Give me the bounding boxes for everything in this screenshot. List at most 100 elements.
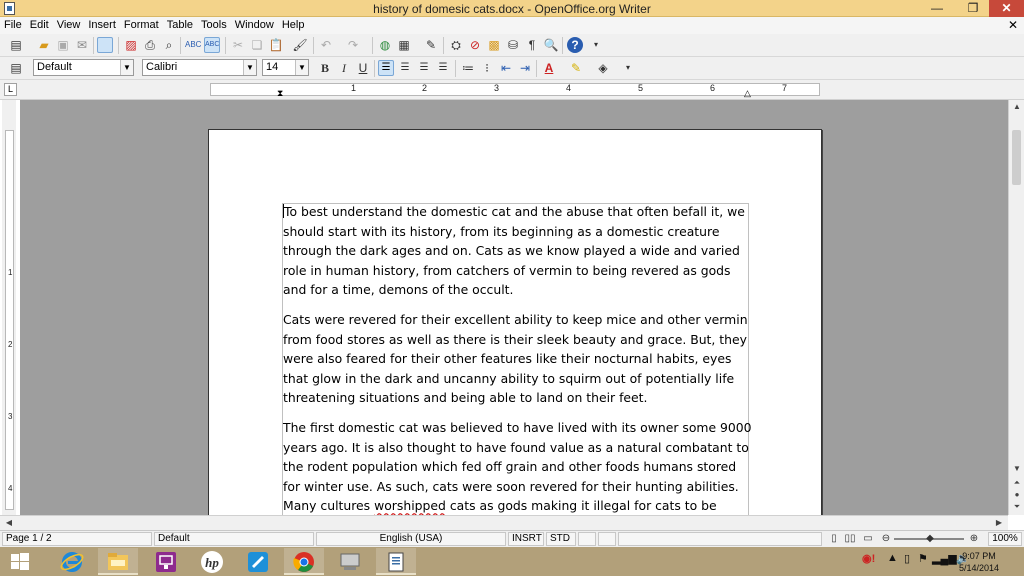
scroll-down-icon[interactable]: ▼ [1011, 464, 1023, 474]
document-page[interactable]: To best understand the domestic cat and … [208, 129, 822, 515]
page-style-indicator[interactable]: Default [154, 532, 314, 546]
scroll-up-icon[interactable]: ▲ [1011, 102, 1023, 112]
maximize-button[interactable]: ❐ [960, 0, 986, 17]
selection-mode-indicator[interactable]: STD [546, 532, 576, 546]
horizontal-scrollbar[interactable]: ◀ ▶ [0, 515, 1008, 530]
language-indicator[interactable]: English (USA) [316, 532, 506, 546]
next-page-icon[interactable]: ⏷ [1011, 502, 1023, 512]
font-name-select[interactable]: Calibri ▼ [142, 59, 257, 76]
help-icon[interactable]: ? [567, 37, 583, 53]
paragraph[interactable]: To best understand the domestic cat and … [283, 202, 753, 300]
scroll-right-icon[interactable]: ▶ [993, 517, 1005, 529]
show-hidden-icons-icon[interactable]: ▲ [887, 552, 898, 564]
horizontal-ruler[interactable]: 1 2 3 4 5 6 7 ⧗ △ [210, 83, 820, 99]
hyperlink-icon[interactable]: ◍ [377, 37, 393, 53]
bold-button[interactable]: B [317, 60, 333, 76]
file-explorer-icon[interactable] [98, 548, 138, 575]
copy-icon[interactable]: ❏ [249, 37, 265, 53]
menu-file[interactable]: File [0, 17, 26, 31]
data-sources-icon[interactable]: ⛁ [505, 37, 521, 53]
page-indicator[interactable]: Page 1 / 2 [2, 532, 152, 546]
document-body[interactable]: To best understand the domestic cat and … [283, 202, 753, 515]
multi-page-view-icon[interactable]: ▯▯ [842, 531, 858, 547]
email-icon[interactable]: ✉ [74, 37, 90, 53]
scroll-left-icon[interactable]: ◀ [3, 517, 15, 529]
zoom-out-icon[interactable]: ⊖ [878, 531, 894, 547]
single-page-view-icon[interactable]: ▯ [826, 531, 842, 547]
close-button[interactable]: ✕ [989, 0, 1024, 17]
align-center-icon[interactable]: ☰ [397, 60, 413, 76]
export-pdf-icon[interactable]: ▨ [123, 37, 139, 53]
numbering-icon[interactable]: ≔ [460, 60, 476, 76]
misspelled-word[interactable]: worshipped [374, 498, 446, 513]
paragraph[interactable]: The first domestic cat was believed to h… [283, 418, 753, 515]
italic-button[interactable]: I [336, 60, 352, 76]
edit-file-icon[interactable] [97, 37, 113, 53]
redo-icon[interactable]: ↷ [345, 37, 361, 53]
windows-start-icon[interactable] [0, 548, 40, 575]
menu-format[interactable]: Format [120, 17, 163, 31]
zoom-icon[interactable]: 🔍 [543, 37, 559, 53]
insert-mode-indicator[interactable]: INSRT [508, 532, 544, 546]
clone-formatting-icon[interactable]: 🖌 [292, 37, 308, 53]
menu-help[interactable]: Help [278, 17, 309, 31]
left-indent-marker[interactable]: ⧗ [277, 88, 283, 99]
presentation-app-icon[interactable] [146, 548, 186, 575]
power-icon[interactable]: ▯ [904, 552, 910, 565]
scroll-thumb[interactable] [1012, 130, 1021, 185]
hp-icon[interactable]: hp [192, 548, 232, 575]
find-replace-icon[interactable]: ⛭ [448, 37, 464, 53]
book-view-icon[interactable]: ▭ [860, 531, 876, 547]
increase-indent-icon[interactable]: ⇥ [517, 60, 533, 76]
align-left-icon[interactable]: ☰ [378, 60, 394, 76]
security-alert-icon[interactable]: ◉! [862, 552, 875, 565]
align-right-icon[interactable]: ☰ [416, 60, 432, 76]
vertical-ruler[interactable]: 1 2 3 4 [2, 100, 16, 515]
minimize-button[interactable]: — [924, 0, 950, 17]
chrome-icon[interactable] [284, 548, 324, 575]
spellcheck-icon[interactable]: ABC [185, 37, 201, 53]
nonprinting-characters-icon[interactable]: ¶ [524, 37, 540, 53]
decrease-indent-icon[interactable]: ⇤ [498, 60, 514, 76]
navigator-icon[interactable]: ⊘ [467, 37, 483, 53]
autospellcheck-icon[interactable]: ABC [204, 37, 220, 53]
toolbar-options-icon[interactable]: ▾ [588, 37, 604, 53]
tab-stop-type-icon[interactable]: L [4, 83, 17, 96]
internet-explorer-icon[interactable] [52, 548, 92, 575]
print-preview-icon[interactable]: ⌕ [161, 37, 177, 53]
paste-icon[interactable]: 📋 [268, 37, 284, 53]
action-center-icon[interactable]: ⚑ [918, 552, 928, 565]
system-clock[interactable]: 9:07 PM 5/14/2014 [954, 550, 1004, 574]
ticket-app-icon[interactable] [238, 548, 278, 575]
navigation-icon[interactable]: ● [1011, 490, 1023, 500]
menu-tools[interactable]: Tools [197, 17, 231, 31]
gallery-icon[interactable]: ▩ [486, 37, 502, 53]
cut-icon[interactable]: ✂ [230, 37, 246, 53]
open-folder-icon[interactable]: ▰ [36, 37, 52, 53]
previous-page-icon[interactable]: ⏶ [1011, 478, 1023, 488]
justify-icon[interactable]: ☰ [435, 60, 451, 76]
menu-insert[interactable]: Insert [84, 17, 120, 31]
network-app-icon[interactable] [330, 548, 370, 575]
menu-window[interactable]: Window [231, 17, 278, 31]
chevron-down-icon[interactable]: ▼ [120, 60, 133, 75]
vertical-scrollbar[interactable]: ▲ ▼ ⏶ ● ⏷ [1008, 100, 1024, 515]
zoom-level[interactable]: 100% [988, 532, 1022, 546]
close-document-icon[interactable]: ✕ [1008, 18, 1018, 32]
chevron-down-icon[interactable]: ▼ [243, 60, 256, 75]
paragraph[interactable]: Cats were revered for their excellent ab… [283, 310, 753, 408]
background-color-icon[interactable]: ◈ [595, 60, 611, 76]
highlighting-icon[interactable]: ✎ [568, 60, 584, 76]
show-draw-functions-icon[interactable]: ✎ [423, 37, 439, 53]
styles-formatting-icon[interactable]: ▤ [8, 60, 24, 76]
menu-view[interactable]: View [53, 17, 85, 31]
menu-edit[interactable]: Edit [26, 17, 53, 31]
print-icon[interactable]: ⎙ [142, 37, 158, 53]
undo-icon[interactable]: ↶ [318, 37, 334, 53]
table-icon[interactable]: ▦ [396, 37, 412, 53]
right-indent-marker[interactable]: △ [744, 88, 751, 99]
bullets-icon[interactable]: ⁝ [479, 60, 495, 76]
font-size-select[interactable]: 14 ▼ [262, 59, 309, 76]
zoom-in-icon[interactable]: ⊕ [966, 531, 982, 547]
paragraph-style-select[interactable]: Default ▼ [33, 59, 134, 76]
